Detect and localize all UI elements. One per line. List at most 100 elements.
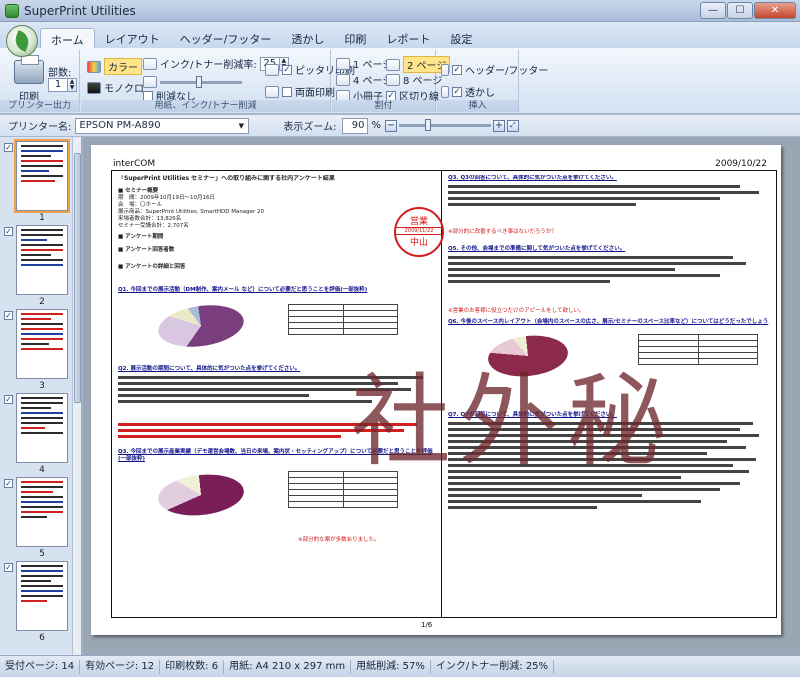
thumbnail-line	[21, 501, 63, 503]
thumbnail-page[interactable]: ✓ 5	[4, 477, 70, 559]
thumbnail-line	[21, 481, 63, 483]
divider-line-check[interactable]: ✓	[386, 90, 396, 101]
thumbnail-line	[21, 333, 63, 335]
thumbnail-checkbox[interactable]: ✓	[4, 563, 13, 572]
fit-print-check[interactable]: ✓	[282, 64, 292, 75]
window-title: SuperPrint Utilities	[24, 3, 136, 18]
text-line	[448, 494, 643, 497]
thumbnail-number: 6	[39, 633, 45, 643]
group-label-printer-output: プリンター出力	[0, 100, 79, 112]
section-heading: ■ アンケートの詳細と回答	[118, 264, 186, 270]
eight-page-button[interactable]: 8 ページ	[386, 72, 442, 87]
doc-line: 来場者数合計：13,826名	[118, 216, 182, 222]
red-note: ※部分的な案が多数ありました。	[298, 537, 380, 543]
thumbnail-number: 3	[39, 381, 45, 391]
four-page-button[interactable]: 4 ページ	[336, 72, 392, 87]
red-note: ※部分的に改善するべき事はないだろうか？	[448, 229, 557, 235]
duplex-icon	[265, 85, 279, 98]
thumbnail-page[interactable]: ✓ 3	[4, 309, 70, 391]
thumbnail-page[interactable]: ✓ 1	[4, 139, 70, 223]
thumbnail-checkbox[interactable]: ✓	[4, 395, 13, 404]
app-menu-button[interactable]	[6, 25, 38, 57]
thumbnail-checkbox[interactable]: ✓	[4, 311, 13, 320]
watermark-checkbox[interactable]: ✓ 透かし	[441, 84, 495, 99]
fit-page-icon[interactable]: ⤢	[506, 119, 519, 132]
ink-reduction-slider-knob[interactable]	[196, 75, 202, 88]
thumbnail-page[interactable]: ✓ 2	[4, 225, 70, 307]
two-page-icon	[386, 58, 400, 71]
thumbnail-number: 4	[39, 465, 45, 475]
thumbnail-number: 2	[39, 297, 45, 307]
pie-chart	[155, 300, 247, 352]
page-number: 1/6	[421, 621, 433, 629]
thumbnail-checkbox[interactable]: ✓	[4, 479, 13, 488]
thumbnail-number: 1	[39, 213, 45, 223]
header-footer-check[interactable]: ✓	[452, 64, 462, 75]
header-left-text: interCOM	[113, 159, 156, 169]
copies-input[interactable]: 1	[48, 78, 68, 92]
section-heading: ■ アンケート回答者数	[118, 247, 175, 253]
duplex-check[interactable]	[282, 86, 292, 97]
text-line	[448, 268, 675, 271]
thumbnail-number: 5	[39, 549, 45, 559]
text-line	[118, 394, 309, 397]
thumbnail-page[interactable]: ✓ 4	[4, 393, 70, 475]
zoom-slider[interactable]	[398, 119, 491, 131]
copies-spin-arrows[interactable]: ▲ ▼	[68, 78, 77, 92]
header-footer-checkbox[interactable]: ✓ ヘッダー/フッター	[441, 62, 548, 77]
printer-icon	[14, 55, 44, 84]
section-heading: ■ アンケート期間	[118, 234, 164, 240]
zoom-in-button[interactable]: +	[492, 119, 505, 132]
ink-reduction-slider[interactable]	[160, 75, 242, 88]
thumbnail-line	[21, 239, 47, 241]
watermark-check[interactable]: ✓	[452, 86, 462, 97]
thumbnail-image	[14, 139, 70, 213]
question-heading: Q1. 今回までの展示活動（DM制作、案内メール など）について必要だと思うこと…	[118, 287, 368, 293]
zoom-out-button[interactable]: −	[384, 119, 397, 132]
thumbnail-checkbox[interactable]: ✓	[4, 143, 13, 152]
thumbnail-line	[21, 259, 63, 261]
status-ink-saving: インク/トナー削減: 25%	[431, 659, 555, 674]
maximize-button[interactable]: ☐	[727, 2, 753, 19]
thumbnail-line	[21, 338, 63, 340]
thumbnail-scrollbar[interactable]	[72, 137, 81, 655]
close-button[interactable]: ✕	[754, 2, 796, 19]
thumbnail-line	[21, 264, 63, 266]
printer-select[interactable]: EPSON PM-A890 ▼	[75, 117, 250, 134]
thumbnail-line	[21, 600, 47, 602]
thumbnail-line	[21, 175, 63, 177]
text-block	[448, 256, 772, 304]
print-button[interactable]: 印刷	[14, 55, 44, 103]
copies-stepper[interactable]: 1 ▲ ▼	[48, 78, 77, 92]
thumbnail-line	[21, 570, 63, 572]
thumbnail-scrollbar-thumb[interactable]	[74, 153, 81, 403]
no-reduction-check[interactable]	[143, 90, 153, 101]
thumbnail-line	[21, 234, 63, 236]
duplex-checkbox[interactable]: 両面印刷	[265, 84, 335, 99]
preview-toolbar: プリンター名: EPSON PM-A890 ▼ 表示ズーム: 90 % − + …	[0, 115, 800, 137]
thumbnail-image	[16, 393, 68, 463]
stamp-name: 中山	[409, 238, 428, 248]
zoom-unit: %	[371, 120, 381, 131]
zoom-input[interactable]: 90	[342, 117, 369, 134]
minimize-button[interactable]: —	[700, 2, 726, 19]
thumbnail-line	[21, 328, 63, 330]
thumbnail-line	[21, 486, 63, 488]
thumbnail-page[interactable]: ✓ 6	[4, 561, 70, 643]
doc-line: 会 場：〇ホール	[118, 202, 163, 208]
four-page-icon	[336, 73, 350, 86]
doc-line: 展示商品：SuperPrint Utilities, SmartHDD Mana…	[118, 209, 265, 215]
window-controls: — ☐ ✕	[700, 2, 796, 19]
app-icon	[5, 3, 19, 18]
color-button[interactable]: カラー	[87, 58, 142, 75]
one-page-button[interactable]: 1 ページ	[336, 56, 392, 71]
thumbnail-line	[21, 496, 63, 498]
zoom-slider-knob[interactable]	[424, 119, 431, 131]
status-valid-pages: 有効ページ: 12	[80, 659, 161, 674]
thumbnail-line	[21, 145, 63, 147]
mono-button[interactable]: モノクロ	[87, 80, 144, 95]
printer-label: プリンター名:	[8, 122, 72, 133]
confidential-watermark: 社外秘	[351, 363, 675, 480]
thumbnail-checkbox[interactable]: ✓	[4, 227, 13, 236]
stamp-dept: 営業	[409, 217, 428, 227]
